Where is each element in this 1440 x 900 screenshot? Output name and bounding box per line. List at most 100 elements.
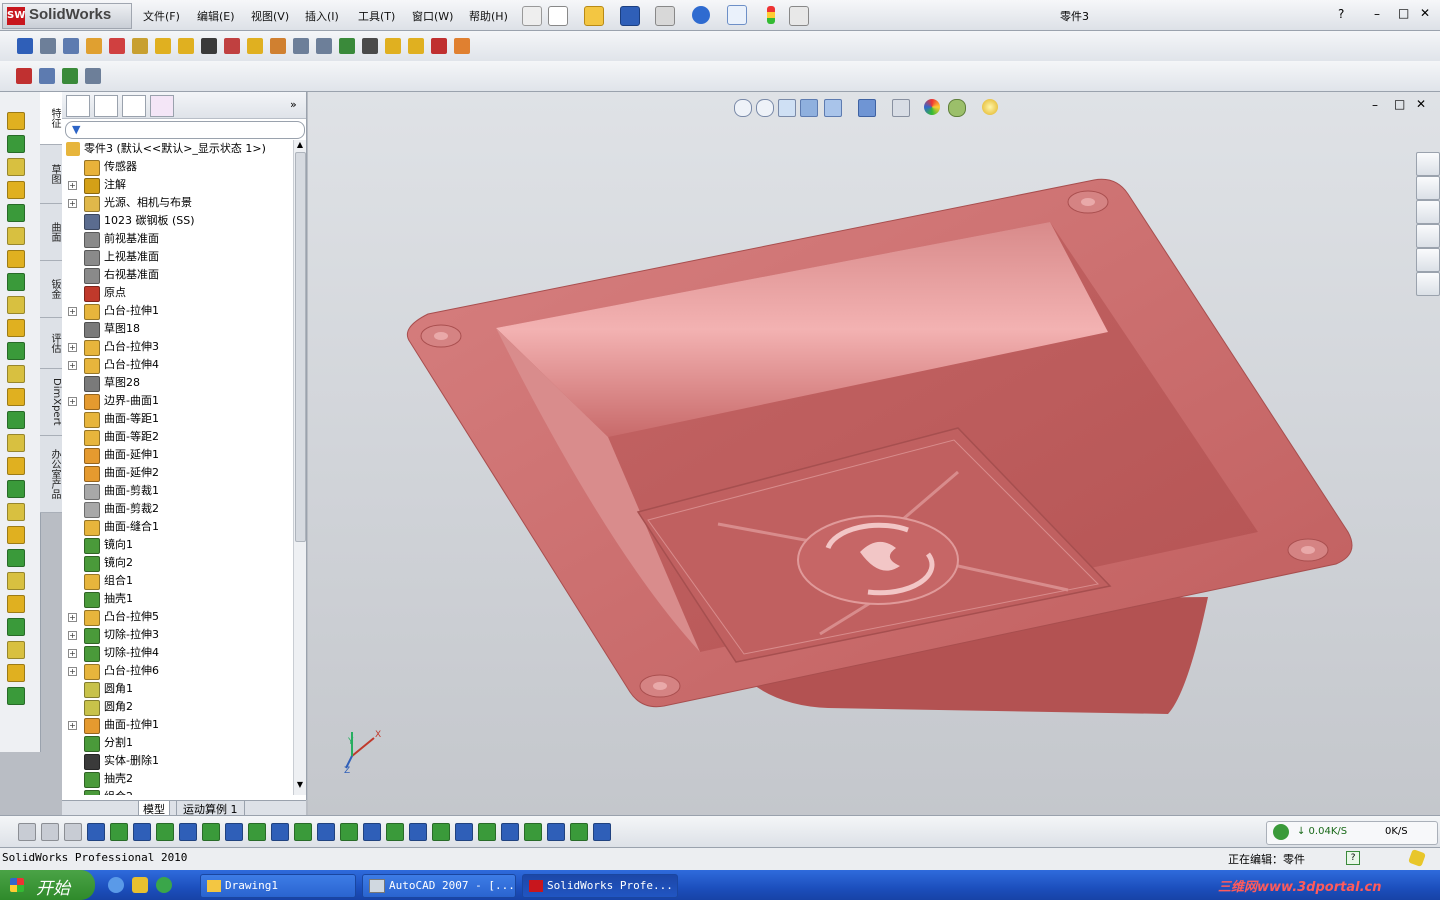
bottom-tool-icon[interactable] — [64, 823, 82, 841]
task-solidworks[interactable]: SolidWorks Profe... — [522, 874, 678, 898]
shell-tool-icon[interactable] — [7, 411, 25, 429]
zoom-to-fit-icon[interactable] — [734, 99, 752, 117]
tab-office-products[interactable]: 办公室产品 — [40, 436, 62, 513]
bottom-tool-icon[interactable] — [386, 823, 404, 841]
bottom-tool-icon[interactable] — [409, 823, 427, 841]
check-icon[interactable] — [109, 38, 125, 54]
tab-dimxpert[interactable]: DimXpert — [40, 369, 62, 436]
extruded-boss-icon[interactable] — [7, 112, 25, 130]
graphics-area[interactable]: X Y Z – □ ✕ — [308, 92, 1440, 815]
wrap-icon[interactable] — [7, 434, 25, 452]
swept-boss-icon[interactable] — [7, 158, 25, 176]
intersect-icon[interactable] — [7, 664, 25, 682]
select-cursor-icon[interactable] — [727, 5, 747, 25]
section-properties-icon[interactable] — [86, 38, 102, 54]
bottom-tool-icon[interactable] — [225, 823, 243, 841]
qq-quicklaunch-icon[interactable] — [132, 877, 148, 893]
lofted-boss-icon[interactable] — [7, 181, 25, 199]
symmetry-check-icon[interactable] — [385, 38, 401, 54]
menu-insert[interactable]: 插入(I) — [305, 8, 339, 24]
bottom-tool-icon[interactable] — [593, 823, 611, 841]
expand-toggle-icon[interactable]: + — [68, 181, 77, 190]
bottom-tool-icon[interactable] — [41, 823, 59, 841]
bottom-tool-icon[interactable] — [317, 823, 335, 841]
bottom-tool-icon[interactable] — [133, 823, 151, 841]
dimxpert-manager-tab-icon[interactable] — [150, 95, 174, 117]
split-tool-icon[interactable] — [7, 595, 25, 613]
tree-filter-input[interactable]: ▼ — [65, 121, 305, 139]
mirror-tool-icon[interactable] — [7, 480, 25, 498]
viewport-restore-button[interactable]: □ — [1394, 97, 1405, 111]
expand-toggle-icon[interactable]: + — [68, 649, 77, 658]
dome-icon[interactable] — [7, 457, 25, 475]
task-autocad[interactable]: AutoCAD 2007 - [... — [362, 874, 516, 898]
tab-evaluate[interactable]: 评估 — [40, 318, 62, 369]
task-drawing1[interactable]: Drawing1 — [200, 874, 356, 898]
menu-edit[interactable]: 编辑(E) — [197, 8, 235, 24]
bottom-tool-icon[interactable] — [478, 823, 496, 841]
configuration-manager-tab-icon[interactable] — [122, 95, 146, 117]
extruded-cut-icon[interactable] — [7, 227, 25, 245]
file-explorer-icon[interactable] — [1416, 200, 1440, 224]
compare-icon[interactable] — [408, 38, 424, 54]
parting-line-icon[interactable] — [293, 38, 309, 54]
tab-sketch[interactable]: 草图 — [40, 145, 62, 204]
expand-toggle-icon[interactable]: + — [68, 307, 77, 316]
rib-icon[interactable] — [7, 365, 25, 383]
zebra-icon[interactable] — [362, 38, 378, 54]
stop-icon[interactable] — [431, 38, 447, 54]
expand-toggle-icon[interactable]: + — [68, 667, 77, 676]
thickness-icon[interactable] — [316, 38, 332, 54]
expand-toggle-icon[interactable]: + — [68, 343, 77, 352]
view-orientation-icon[interactable] — [824, 99, 842, 117]
bottom-tool-icon[interactable] — [248, 823, 266, 841]
bottom-tool-icon[interactable] — [110, 823, 128, 841]
more-tools-icon[interactable] — [7, 687, 25, 705]
solidworks-resources-icon[interactable] — [1416, 152, 1440, 176]
revolved-cut-icon[interactable] — [7, 250, 25, 268]
menu-tools[interactable]: 工具(T) — [358, 8, 395, 24]
menu-window[interactable]: 窗口(W) — [412, 8, 453, 24]
draft-analysis-icon[interactable] — [247, 38, 263, 54]
bottom-tool-icon[interactable] — [432, 823, 450, 841]
simulation-icon[interactable] — [224, 38, 240, 54]
close-button[interactable]: ✕ — [1420, 6, 1430, 20]
undo-icon[interactable] — [692, 6, 710, 24]
menu-help[interactable]: 帮助(H) — [469, 8, 508, 24]
tab-surfaces[interactable]: 曲面 — [40, 204, 62, 261]
scroll-down-arrow-icon[interactable]: ▼ — [295, 780, 305, 792]
print-icon[interactable] — [655, 6, 675, 26]
minimize-button[interactable]: – — [1374, 7, 1380, 21]
deviation-analysis-icon[interactable] — [178, 38, 194, 54]
open-folder-icon[interactable] — [584, 6, 604, 26]
combine-tool-icon[interactable] — [7, 572, 25, 590]
undercut-icon[interactable] — [270, 38, 286, 54]
lofted-cut-icon[interactable] — [7, 296, 25, 314]
linear-pattern-icon[interactable] — [7, 342, 25, 360]
swept-cut-icon[interactable] — [7, 273, 25, 291]
bottom-tool-icon[interactable] — [501, 823, 519, 841]
view-settings-icon[interactable] — [982, 99, 998, 115]
expand-toggle-icon[interactable]: + — [68, 397, 77, 406]
menu-view[interactable]: 视图(V) — [251, 8, 289, 24]
tab-sheet-metal[interactable]: 钣金 — [40, 261, 62, 318]
instant3d-icon[interactable] — [7, 549, 25, 567]
section-view-icon[interactable] — [800, 99, 818, 117]
ie-quicklaunch-icon[interactable] — [108, 877, 124, 893]
draft-tool-icon[interactable] — [7, 388, 25, 406]
solidworks-logo[interactable]: SW SolidWorks — [2, 3, 132, 29]
display-style-icon[interactable] — [858, 99, 876, 117]
feature-tree-scrollbar[interactable]: ▲ ▼ — [293, 140, 306, 795]
photoview-icon[interactable] — [62, 68, 78, 84]
boundary-boss-icon[interactable] — [7, 204, 25, 222]
tab-features[interactable]: 特征 — [40, 92, 62, 145]
status-tag-icon[interactable] — [1408, 849, 1426, 867]
bottom-tool-icon[interactable] — [340, 823, 358, 841]
revolved-boss-icon[interactable] — [7, 135, 25, 153]
view-palette-icon[interactable] — [1416, 224, 1440, 248]
scroll-thumb[interactable] — [295, 152, 306, 542]
new-document-icon[interactable] — [548, 6, 568, 26]
3d-instant-icon[interactable] — [16, 68, 32, 84]
expand-panel-icon[interactable]: » — [290, 98, 297, 111]
bottom-tool-icon[interactable] — [179, 823, 197, 841]
